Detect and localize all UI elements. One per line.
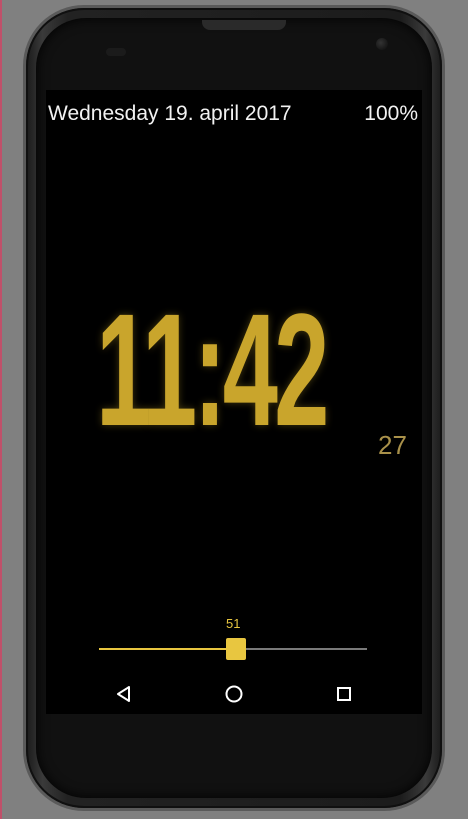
- clock-display: 11:42: [96, 290, 396, 470]
- clock-time: 11:42: [96, 280, 329, 459]
- recent-apps-square-icon: [337, 687, 351, 701]
- back-button[interactable]: [112, 682, 136, 706]
- back-triangle-icon: [117, 686, 130, 702]
- brightness-slider-fill: [99, 648, 236, 650]
- brightness-slider[interactable]: [99, 638, 367, 660]
- earpiece-speaker: [202, 20, 286, 30]
- proximity-sensor: [106, 48, 126, 56]
- home-circle-icon: [225, 685, 243, 703]
- navigation-bar: [46, 674, 422, 714]
- recent-apps-button[interactable]: [332, 682, 356, 706]
- device-screen: Wednesday 19. april 2017 100% 11:42 27 5…: [46, 90, 422, 714]
- battery-label: 100%: [364, 102, 418, 125]
- date-label: Wednesday 19. april 2017: [48, 102, 292, 125]
- front-camera: [376, 38, 388, 50]
- home-button[interactable]: [222, 682, 246, 706]
- brightness-value-label: 51: [226, 616, 241, 631]
- clock-seconds: 27: [378, 430, 407, 460]
- brightness-slider-thumb[interactable]: [225, 638, 246, 660]
- window-edge: [0, 0, 2, 819]
